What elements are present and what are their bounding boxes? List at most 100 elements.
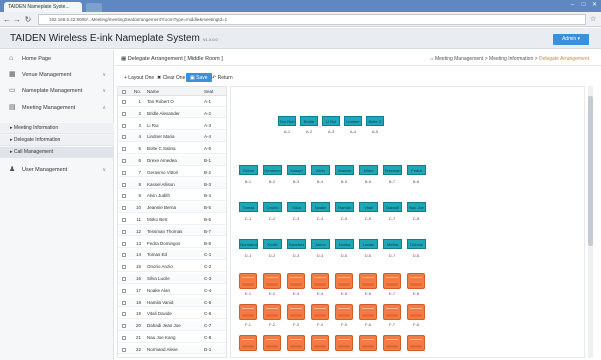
nameplate-chip[interactable]: Gerasmo [263,165,282,175]
chair[interactable] [359,273,377,289]
row-checkbox[interactable] [122,324,126,329]
chair[interactable] [335,273,353,289]
back-arrow-icon[interactable]: ← [3,15,11,24]
table-row[interactable]: 22 Normand Alexe D-1 [118,344,226,355]
table-row[interactable]: 16 Silva Lucile C-3 [118,274,226,284]
nameplate-chip[interactable]: Silva [287,202,306,212]
chair[interactable] [287,304,305,320]
nameplate-chip[interactable]: Dubois [407,239,426,249]
chair[interactable] [407,335,425,351]
nameplate-chip[interactable]: Krolle [263,239,282,249]
nameplate-chip[interactable]: Mirtha [383,239,402,249]
chair[interactable] [383,335,401,351]
chair[interactable] [383,304,401,320]
table-row[interactable]: 6 Drexe Amedea B-1 [118,156,226,166]
sidebar-item-user[interactable]: ♟ User Management ∨ [0,163,114,177]
row-checkbox[interactable] [122,100,126,104]
sidebar-subitem-delegate-info[interactable]: ▸ Delegate Information [0,135,114,146]
nameplate-chip[interactable]: Hamila [335,202,354,212]
table-row[interactable]: 10 Jeannie Berna B-5 [118,203,226,213]
nameplate-chip[interactable]: Bridle [300,116,318,126]
row-checkbox[interactable] [122,253,126,258]
chair[interactable] [263,304,281,320]
nameplate-chip[interactable]: Vitali [359,202,378,212]
chair[interactable] [239,335,257,351]
chair[interactable] [311,304,329,320]
new-tab-button[interactable] [86,3,102,12]
row-checkbox[interactable] [122,159,126,163]
chair[interactable] [359,335,377,351]
row-checkbox[interactable] [122,182,126,187]
chair[interactable] [359,304,377,320]
sidebar-item-nameplate[interactable]: ▭ Nameplate Management ∨ [0,84,114,98]
minimize-icon[interactable]: – [568,2,577,9]
row-checkbox[interactable] [122,288,126,293]
table-row[interactable]: 2 Bridle Alexander A-2 [118,108,226,119]
chair[interactable] [239,273,257,289]
nameplate-chip[interactable]: Lindner [344,116,362,126]
breadcrumb-home-link[interactable]: Meeting Management [435,56,483,62]
nameplate-chip[interactable]: Nau Joe [407,202,426,212]
table-row[interactable]: 14 Tomas Ed C-1 [118,250,226,261]
table-row[interactable]: 13 Fedra Domingos B-8 [118,239,226,249]
forward-arrow-icon[interactable]: → [13,15,21,24]
star-icon[interactable]: ☆ [589,15,597,24]
row-checkbox[interactable] [122,312,126,317]
table-row[interactable]: 11 Mirko Bert B-6 [118,215,226,225]
chair[interactable] [287,335,305,351]
chair[interactable] [311,335,329,351]
sidebar-subitem-meeting-info[interactable]: ▸ Meeting Information [0,123,114,134]
row-checkbox[interactable] [122,206,126,211]
table-row[interactable]: 4 Lindner Maria A-4 [118,132,226,143]
table-row[interactable]: 1 Tan Robert O A-1 [118,97,226,107]
table-row[interactable]: 21 Nau Joe Kang C-8 [118,333,226,343]
chair[interactable] [335,304,353,320]
table-row[interactable]: 9 Alvin Judith B-4 [118,191,226,202]
row-checkbox[interactable] [122,277,126,281]
row-checkbox[interactable] [122,300,126,305]
close-icon[interactable]: ✕ [590,2,599,9]
nameplate-chip[interactable]: Norisa [335,239,354,249]
return-button[interactable]: ↶ Return [208,73,237,82]
table-row[interactable]: 18 Hamila Vanid C-5 [118,297,226,308]
nameplate-chip[interactable]: Onorio [263,202,282,212]
row-checkbox[interactable] [122,336,126,340]
browser-tab[interactable]: TAIDEN Nameplate Syste... [4,2,82,12]
nameplate-chip[interactable]: Normand [239,239,258,249]
admin-menu-button[interactable]: Admin ▾ [553,34,589,45]
sidebar-item-venue[interactable]: ▦ Venue Management ∨ [0,68,114,82]
row-checkbox[interactable] [122,265,126,270]
nameplate-chip[interactable]: Lucian [359,239,378,249]
chair[interactable] [287,273,305,289]
vertical-scrollbar[interactable] [588,86,593,358]
row-checkbox[interactable] [122,123,126,128]
nameplate-chip[interactable]: Li Rui [322,116,340,126]
table-row[interactable]: 20 Dahadi Jean Joe C-7 [118,321,226,331]
table-row[interactable]: 17 Noake Alan C-4 [118,286,226,296]
sidebar-item-home[interactable]: ⌂ Home Page [0,52,114,66]
scrollbar-thumb[interactable] [588,96,593,246]
nameplate-chip[interactable]: Sanchez [287,239,306,249]
table-row[interactable]: 3 Li Rui A-3 [118,121,226,131]
sidebar-subitem-call-management[interactable]: ▸ Call Management [0,147,114,158]
nameplate-chip[interactable]: Tessman [383,165,402,175]
chair[interactable] [335,335,353,351]
table-row[interactable]: 19 Vitali Davide C-6 [118,309,226,320]
row-checkbox[interactable] [122,111,126,116]
chair[interactable] [407,273,425,289]
nameplate-chip[interactable]: Fedra [407,165,426,175]
row-checkbox[interactable] [122,241,126,246]
row-checkbox[interactable] [122,194,126,199]
nameplate-chip[interactable]: Tomas [239,202,258,212]
breadcrumb-mid-link[interactable]: Meeting Information [489,56,533,62]
url-input[interactable]: 192.168.5.42:8080/...Meeting/meetingSeat… [38,14,586,25]
nameplate-chip[interactable]: Kassel [287,165,306,175]
nameplate-chip[interactable]: Jalton [311,239,330,249]
row-checkbox[interactable] [122,229,126,234]
table-row[interactable]: 8 Kassel Allison B-3 [118,179,226,190]
chair[interactable] [263,273,281,289]
nameplate-chip[interactable]: Noake [311,202,330,212]
nameplate-chip[interactable]: Tan Rob [278,116,296,126]
row-checkbox[interactable] [122,147,126,152]
chair[interactable] [311,273,329,289]
